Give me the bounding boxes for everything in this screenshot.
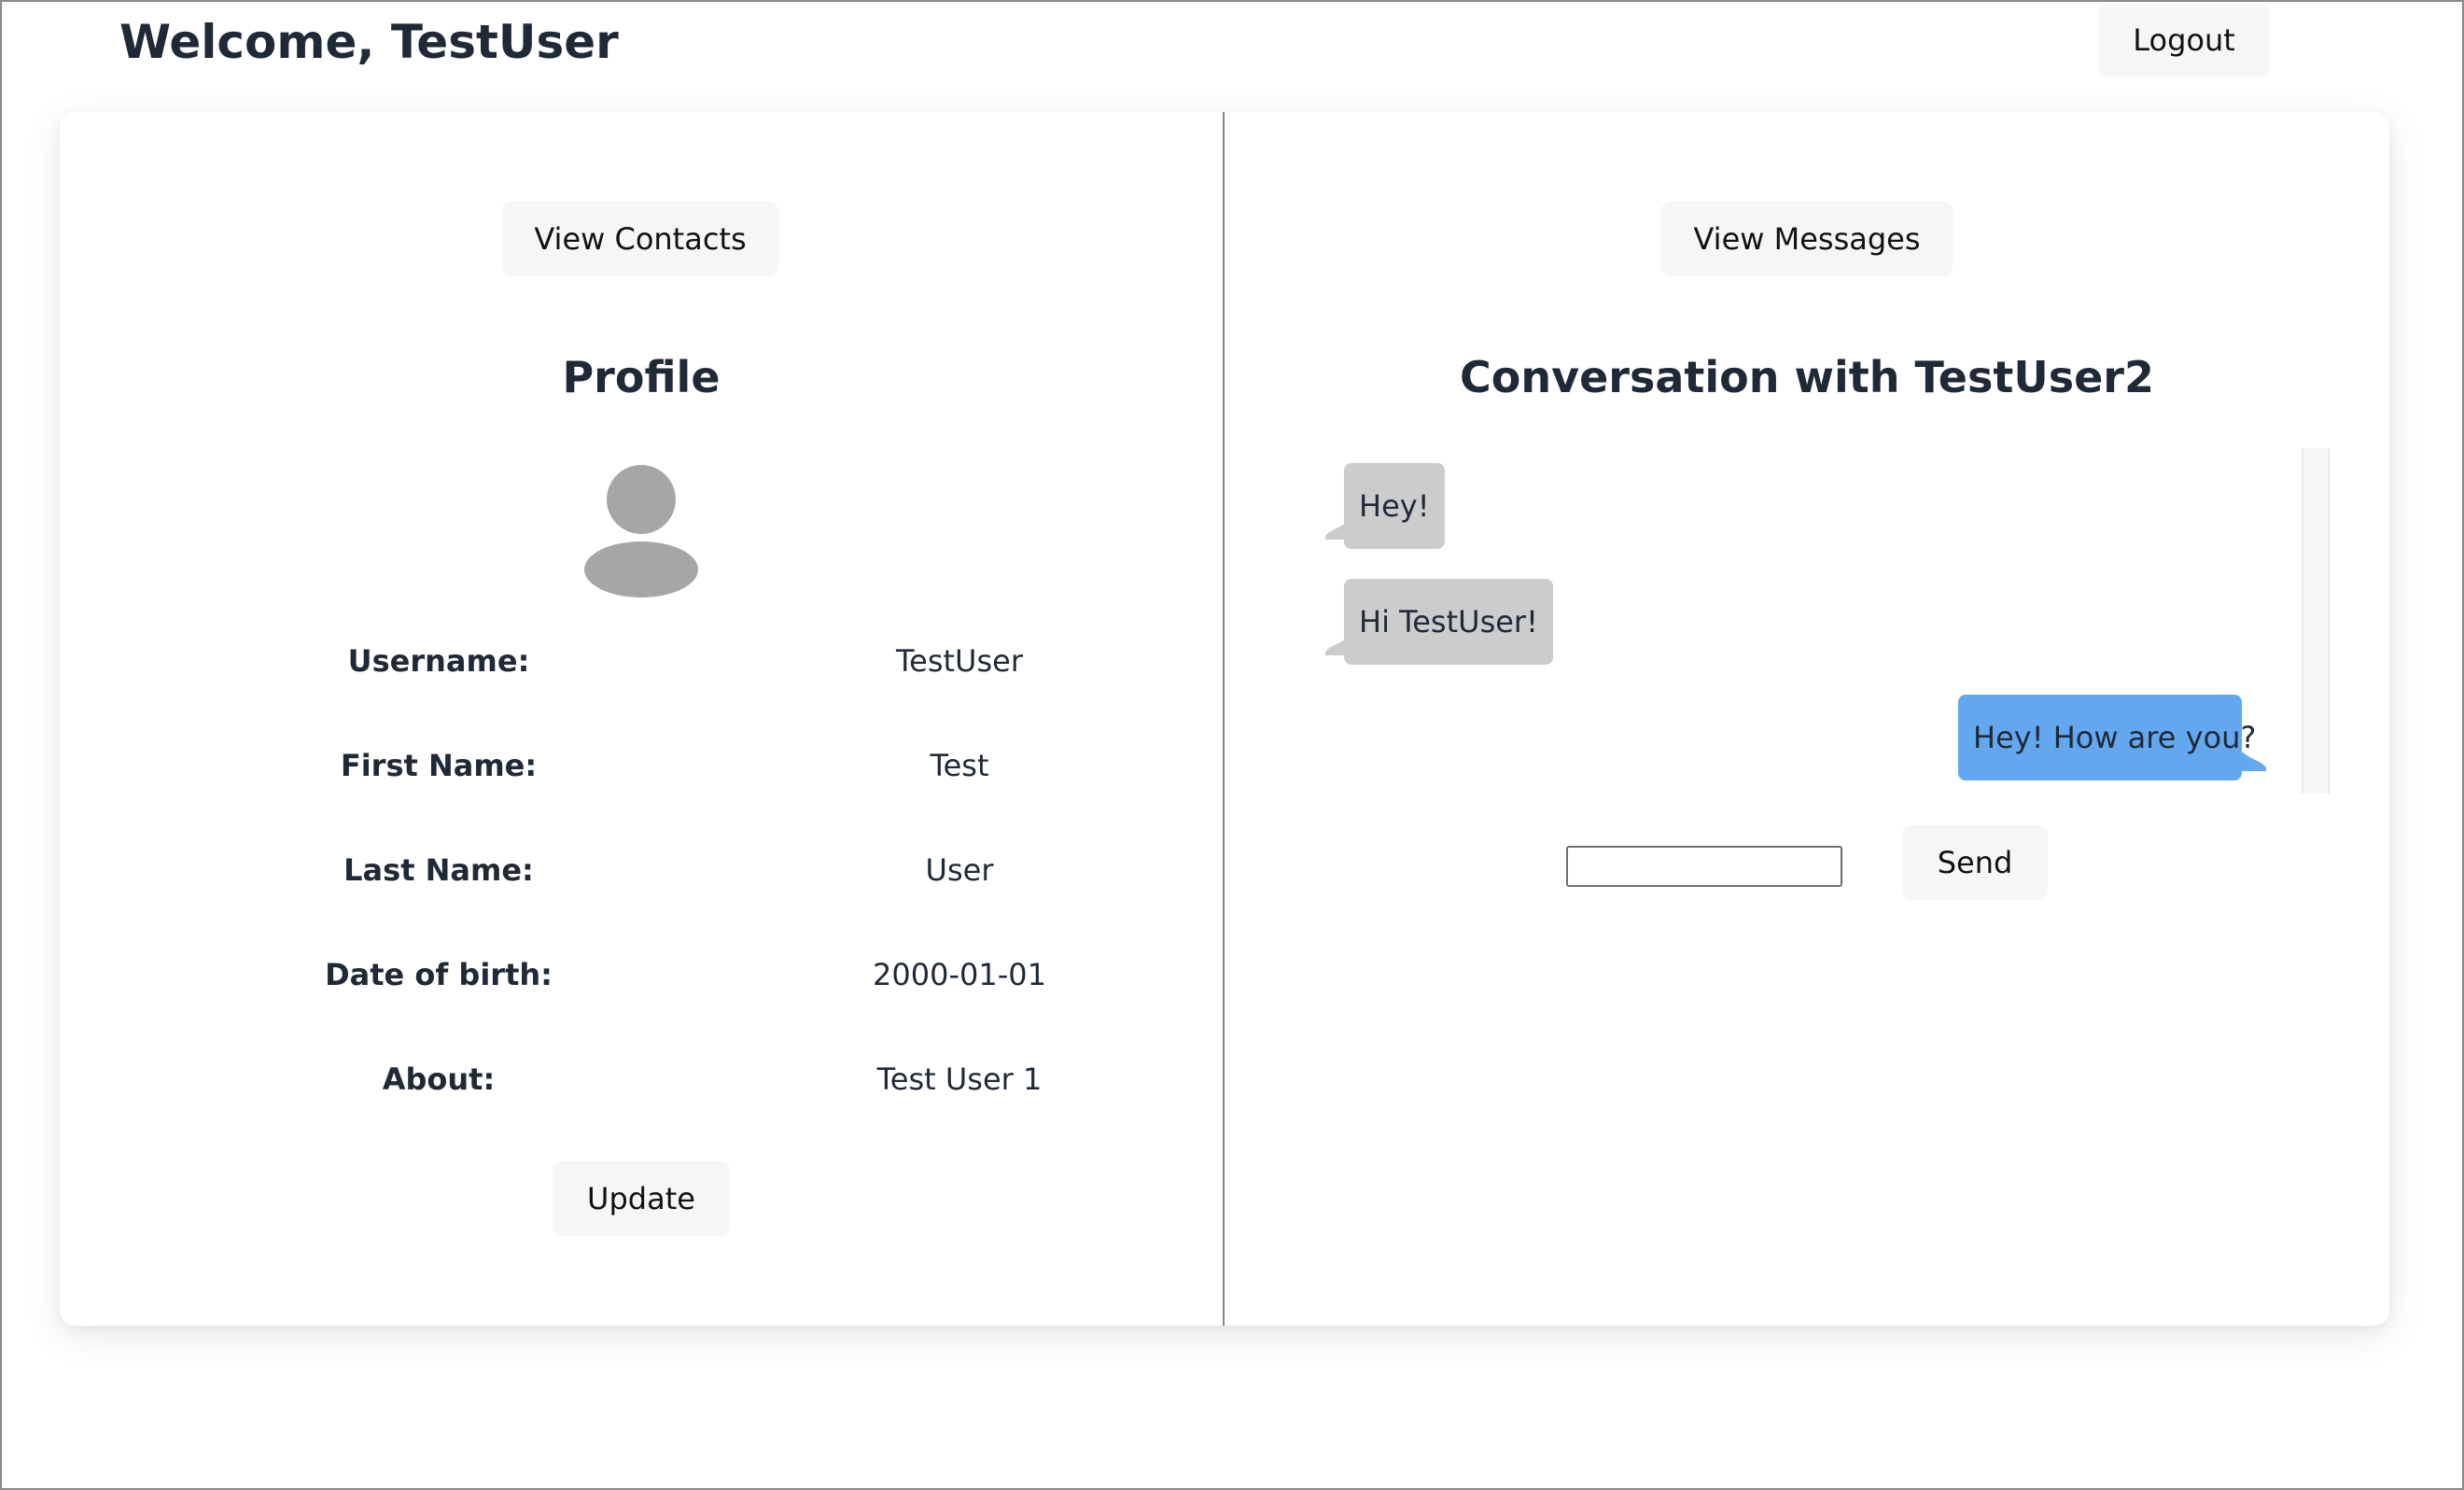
username-value: TestUser [896,643,1023,679]
message-bubble-received: Hey! [1344,463,1445,549]
last-name-value: User [925,852,994,888]
profile-title: Profile [562,352,721,402]
username-label: Username: [347,643,530,679]
about-value: Test User 1 [876,1061,1043,1097]
update-profile-button[interactable]: Update [553,1161,730,1236]
view-contacts-button[interactable]: View Contacts [502,202,778,276]
date-of-birth-label: Date of birth: [325,957,553,992]
message-bubble-sent: Hey! How are you? [1958,695,2256,780]
logout-button[interactable]: Logout [2098,4,2270,77]
main-card: View Contacts Profile Username: TestUser… [60,112,2389,1326]
last-name-label: Last Name: [343,852,534,888]
messages-scrollbar[interactable] [2302,448,2330,794]
panel-divider [1223,112,1225,1326]
message-input[interactable] [1566,846,1842,887]
user-avatar-icon [584,465,698,597]
conversation-title: Conversation with TestUser2 [1460,352,2154,402]
app-header: Welcome, TestUser Logout [2,2,2462,86]
first-name-label: First Name: [340,748,538,783]
date-of-birth-value: 2000-01-01 [873,957,1046,992]
welcome-heading: Welcome, TestUser [119,15,619,69]
first-name-value: Test [930,748,989,783]
about-label: About: [382,1061,496,1097]
view-messages-button[interactable]: View Messages [1661,202,1953,276]
message-bubble-received: Hi TestUser! [1344,579,1553,665]
send-button[interactable]: Send [1902,825,2048,900]
